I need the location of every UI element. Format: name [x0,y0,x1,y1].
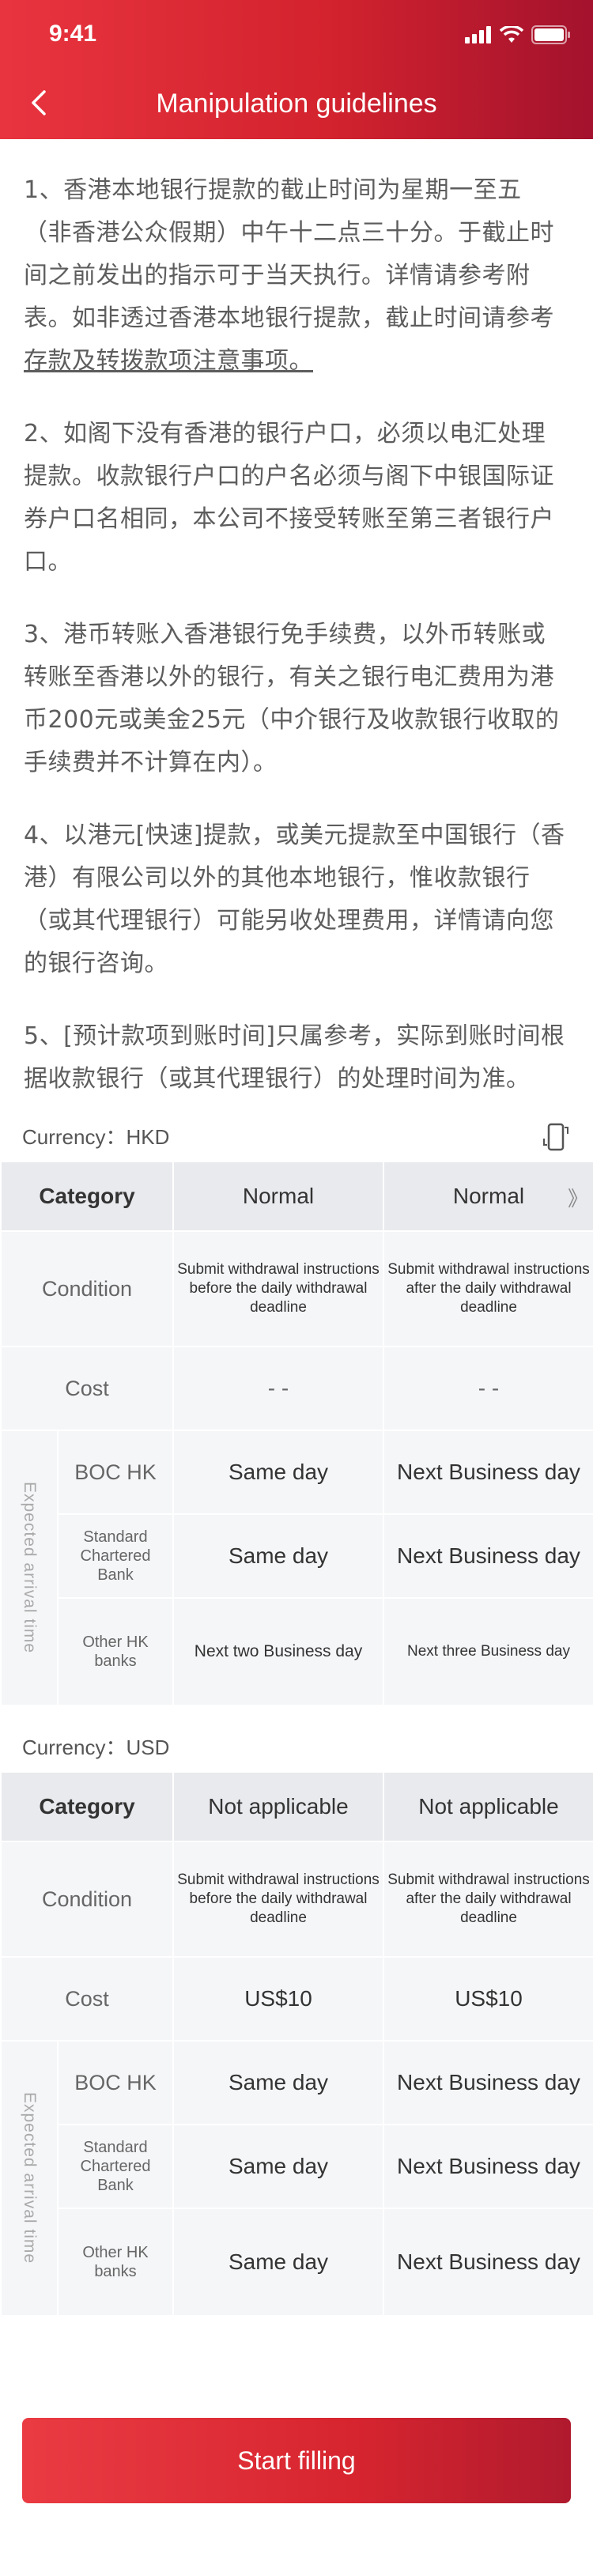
arrival-cell: Next three Business day [383,1597,593,1706]
table-row: Other HK banks Next two Business day Nex… [1,1597,593,1706]
table-row: Standard Chartered Bank Same day Next Bu… [1,2124,593,2209]
table-row: Cost - - - - [0,1346,593,1431]
expected-arrival-label: Expected arrival time [0,2040,59,2317]
header-category: Category [0,1771,174,1842]
header-col-2-label: Normal [452,1184,525,1208]
header-col-2: Not applicable [383,1771,593,1842]
phone-rotate-icon[interactable] [542,1123,569,1153]
footer: Start filling [22,2418,571,2503]
guideline-1-text: 1、香港本地银行提款的截止时间为星期一至五（非香港公众假期）中午十二点三十分。于… [24,176,554,332]
chevron-left-icon[interactable] [24,87,55,119]
app-header: 9:41 Manipulation guidelines [0,0,593,139]
table-row: Expected arrival time BOC HK Same day Ne… [0,2040,593,2317]
arrival-cell: Next Business day [383,1513,593,1599]
table-row: Condition Submit withdrawal instructions… [0,1841,593,1958]
header-col-1: Not applicable [172,1771,384,1842]
battery-icon [531,25,570,44]
header-col-2[interactable]: Normal 》 [383,1161,593,1232]
header-col-1: Normal [172,1161,384,1232]
currency-usd-label: Currency：USD [22,1736,170,1759]
bank-label: Standard Chartered Bank [57,2124,174,2209]
guideline-1: 1、香港本地银行提款的截止时间为星期一至五（非香港公众假期）中午十二点三十分。于… [24,169,569,383]
arrival-cell: Same day [172,1513,384,1599]
condition-cell: Submit withdrawal instructions after the… [383,1841,593,1958]
arrival-cell: Same day [172,2124,384,2209]
condition-cell: Submit withdrawal instructions after the… [383,1230,593,1347]
bank-label: BOC HK [57,1430,174,1515]
condition-cell: Submit withdrawal instructions before th… [172,1841,384,1958]
arrival-cell: Next Business day [383,2040,593,2125]
status-bar: 9:41 [0,21,593,52]
page-title: Manipulation guidelines [156,89,437,119]
expected-arrival-label: Expected arrival time [0,1430,59,1706]
guideline-2: 2、如阁下没有香港的银行户口，必须以电汇处理提款。收款银行户口的户名必须与阁下中… [24,420,554,576]
arrival-cell: Next Business day [383,2208,593,2317]
guidelines-content: 1、香港本地银行提款的截止时间为星期一至五（非香港公众假期）中午十二点三十分。于… [0,139,593,1101]
table-header-row: Category Normal Normal 》 [0,1161,593,1232]
bank-label: Other HK banks [57,1597,174,1706]
table-row: Other HK banks Same day Next Business da… [1,2208,593,2317]
cost-cell: - - [383,1346,593,1431]
cost-cell: US$10 [383,1956,593,2042]
table-row: Expected arrival time BOC HK Same day Ne… [0,1430,593,1706]
usd-table: Category Not applicable Not applicable C… [0,1771,593,2317]
arrival-cell: Next Business day [383,1430,593,1515]
hkd-table: Category Normal Normal 》 Condition Submit… [0,1161,593,1706]
deposit-notes-link[interactable]: 存款及转拨款项注意事项。 [24,347,313,375]
currency-usd-label-row: Currency：USD [0,1724,593,1771]
wifi-icon [500,26,523,43]
bank-label: BOC HK [57,2040,174,2125]
expected-arrival-text: Expected arrival time [21,2092,39,2264]
start-filling-button[interactable]: Start filling [22,2418,571,2503]
arrival-cell: Same day [172,2208,384,2317]
signal-icon [465,26,491,43]
table-header-row: Category Not applicable Not applicable [0,1771,593,1842]
header-category: Category [0,1161,174,1232]
condition-cell: Submit withdrawal instructions before th… [172,1230,384,1347]
guideline-3: 3、港币转账入香港银行免手续费，以外币转账或转账至香港以外的银行，有关之银行电汇… [24,621,560,776]
scroll-right-icon[interactable]: 》 [568,1183,588,1212]
arrival-cell: Same day [172,2040,384,2125]
expected-arrival-text: Expected arrival time [21,1482,39,1654]
cost-label: Cost [0,1956,174,2042]
currency-hkd-label: Currency：HKD [22,1125,170,1149]
bank-label: Standard Chartered Bank [57,1513,174,1599]
cost-cell: US$10 [172,1956,384,2042]
status-time: 9:41 [49,21,97,47]
status-icons [465,25,571,44]
nav-bar: Manipulation guidelines [0,76,593,131]
arrival-cell: Next Business day [383,2124,593,2209]
table-row: Cost US$10 US$10 [0,1956,593,2042]
cost-label: Cost [0,1346,174,1431]
arrival-cell: Same day [172,1430,384,1515]
table-row: Standard Chartered Bank Same day Next Bu… [1,1513,593,1599]
cost-cell: - - [172,1346,384,1431]
bank-label: Other HK banks [57,2208,174,2317]
currency-hkd-label-row: Currency：HKD [0,1113,593,1161]
condition-label: Condition [0,1841,174,1958]
table-row: Condition Submit withdrawal instructions… [0,1230,593,1347]
arrival-cell: Next two Business day [172,1597,384,1706]
guideline-5: 5、[预计款项到账时间]只属参考，实际到账时间根据收款银行（或其代理银行）的处理… [24,1022,565,1093]
guideline-4: 4、以港元[快速]提款，或美元提款至中国银行（香港）有限公司以外的其他本地银行，… [24,822,565,977]
condition-label: Condition [0,1230,174,1347]
